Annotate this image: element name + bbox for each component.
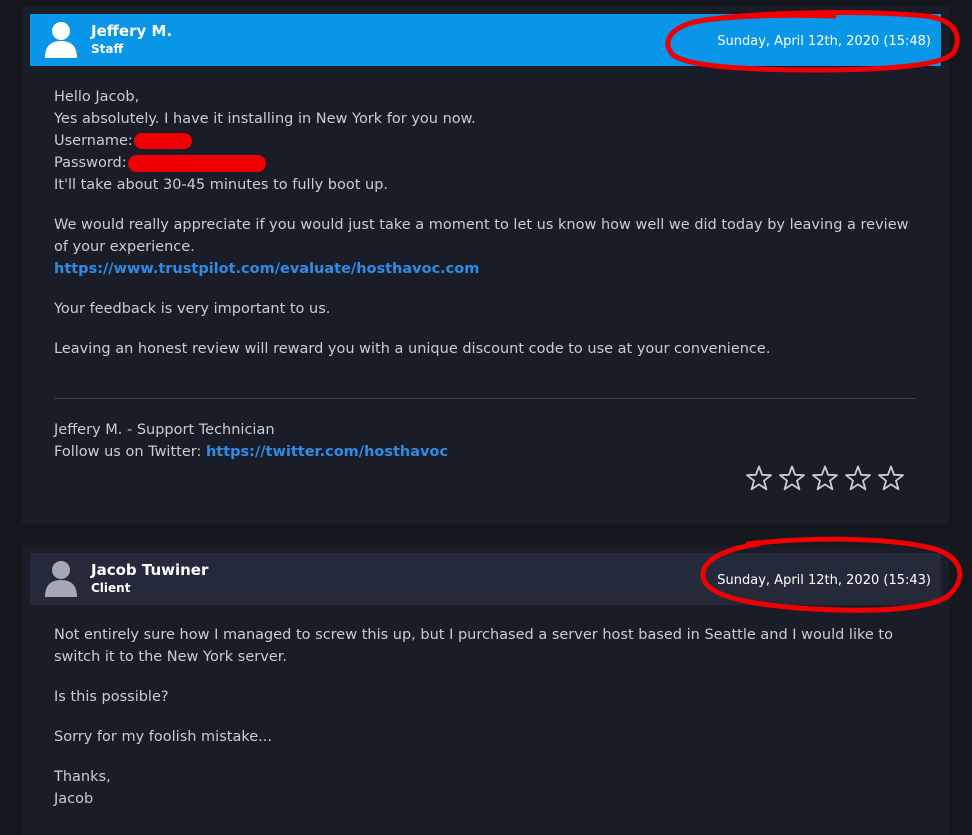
review-paragraph: We would really appreciate if you would … (54, 214, 924, 280)
author-role: Staff (91, 42, 124, 56)
signature-twitter-line: Follow us on Twitter: https://twitter.co… (54, 441, 448, 463)
signature: Jeffery M. - Support Technician Follow u… (54, 419, 448, 463)
review-link[interactable]: https://www.trustpilot.com/evaluate/host… (54, 258, 924, 280)
discount-text: Leaving an honest review will reward you… (54, 341, 771, 357)
reply-header-client: Jacob Tuwiner Client Sunday, April 12th,… (30, 553, 941, 605)
boot-time-text: It'll take about 30-45 minutes to fully … (54, 177, 389, 193)
feedback-text: Your feedback is very important to us. (54, 301, 331, 317)
reply-date: Sunday, April 12th, 2020 (15:48) (717, 34, 931, 49)
review-request-text: We would really appreciate if you would … (54, 217, 909, 255)
message-paragraph: Is this possible? (54, 689, 169, 705)
reply-header-staff: Jeffery M. Staff Sunday, April 12th, 202… (30, 14, 941, 66)
twitter-link[interactable]: https://twitter.com/hosthavoc (206, 444, 448, 460)
star-icon[interactable] (812, 465, 838, 491)
star-icon[interactable] (878, 465, 904, 491)
greeting-text: Hello Jacob, (54, 89, 140, 105)
reply-card-staff: Jeffery M. Staff Sunday, April 12th, 202… (22, 6, 949, 524)
author-role: Client (91, 581, 131, 595)
password-line: Password: (54, 152, 924, 174)
author-name: Jeffery M. (91, 22, 173, 40)
message-paragraph: Not entirely sure how I managed to screw… (54, 627, 893, 665)
star-icon[interactable] (845, 465, 871, 491)
twitter-label: Follow us on Twitter: (54, 444, 202, 460)
closing-paragraph: Thanks, Jacob (54, 766, 924, 810)
star-icon[interactable] (779, 465, 805, 491)
reply-body: Hello Jacob, Yes absolutely. I have it i… (54, 86, 924, 378)
reply-body: Not entirely sure how I managed to screw… (54, 624, 924, 828)
star-icon[interactable] (746, 465, 772, 491)
signature-divider (54, 398, 916, 399)
rating-stars (746, 465, 911, 493)
reply-card-client: Jacob Tuwiner Client Sunday, April 12th,… (22, 545, 949, 835)
closing-text: Thanks, (54, 769, 111, 785)
username-line: Username: (54, 130, 924, 152)
password-label: Password: (54, 155, 127, 171)
closing-name: Jacob (54, 791, 94, 807)
signature-title: Jeffery M. - Support Technician (54, 422, 275, 438)
message-text: Yes absolutely. I have it installing in … (54, 111, 476, 127)
message-paragraph: Hello Jacob, Yes absolutely. I have it i… (54, 86, 924, 196)
user-avatar-icon (45, 561, 77, 597)
reply-date: Sunday, April 12th, 2020 (15:43) (717, 573, 931, 588)
author-name: Jacob Tuwiner (91, 561, 209, 579)
redaction-mark (133, 133, 192, 149)
user-avatar-icon (45, 22, 77, 58)
username-label: Username: (54, 133, 133, 149)
message-paragraph: Sorry for my foolish mistake... (54, 729, 272, 745)
redaction-mark (127, 154, 266, 172)
